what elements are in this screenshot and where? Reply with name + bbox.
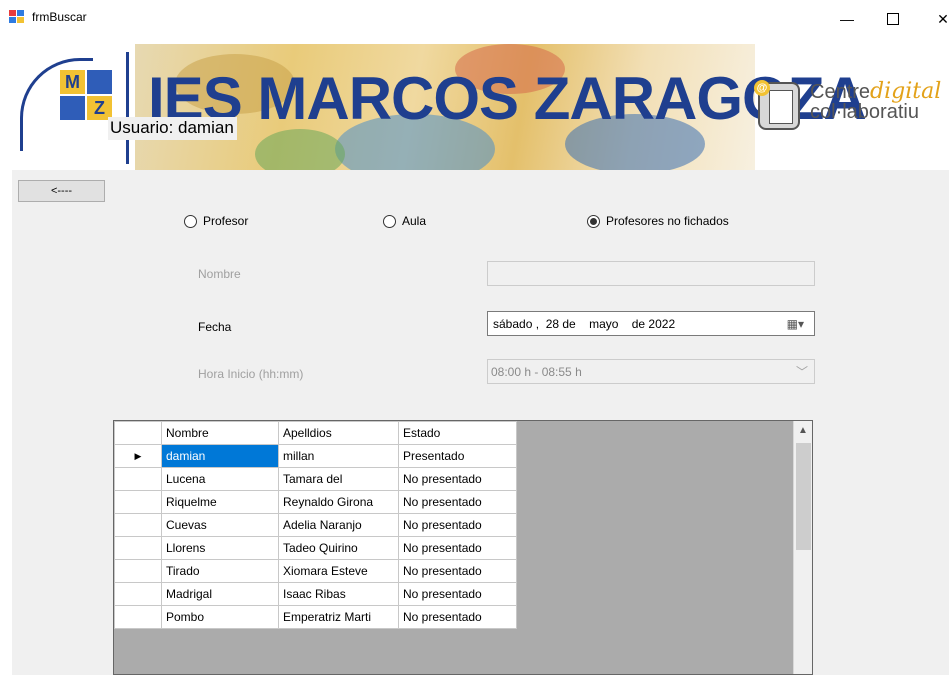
table-row[interactable]: Tirado Xiomara Esteve No presentado	[114, 559, 517, 583]
cell-apellidos[interactable]: Reynaldo Girona	[278, 490, 399, 514]
cell-estado[interactable]: No presentado	[398, 490, 517, 514]
results-table: Nombre Apelldios Estado ▶ damian millan …	[114, 421, 517, 629]
table-row[interactable]: Cuevas Adelia Naranjo No presentado	[114, 513, 517, 537]
table-row[interactable]: Pombo Emperatriz Marti No presentado	[114, 605, 517, 629]
hora-inicio-label: Hora Inicio (hh:mm)	[198, 367, 304, 381]
app-icon	[9, 10, 25, 24]
window-title: frmBuscar	[32, 10, 87, 24]
radio-label-profesor: Profesor	[203, 214, 249, 228]
row-header-corner[interactable]	[114, 421, 162, 445]
nombre-label: Nombre	[198, 267, 241, 281]
radio-profesor[interactable]: Profesor	[184, 213, 248, 229]
row-header[interactable]	[114, 559, 162, 583]
cell-estado[interactable]: No presentado	[398, 605, 517, 629]
logo-square-blue-2	[60, 96, 85, 120]
scroll-up-icon[interactable]: ▲	[798, 425, 808, 436]
nombre-input[interactable]	[487, 261, 815, 286]
cell-nombre[interactable]: Lucena	[161, 467, 279, 491]
cell-estado[interactable]: No presentado	[398, 513, 517, 537]
table-row[interactable]: ▶ damian millan Presentado	[114, 444, 517, 468]
grid-vertical-scrollbar[interactable]: ▲	[793, 421, 812, 674]
maximize-button[interactable]	[878, 8, 908, 30]
table-row[interactable]: Madrigal Isaac Ribas No presentado	[114, 582, 517, 606]
row-header[interactable]	[114, 536, 162, 560]
row-header[interactable]	[114, 513, 162, 537]
current-row-indicator-icon[interactable]: ▶	[114, 444, 162, 468]
logo-letter-m: M	[60, 70, 85, 94]
cell-estado[interactable]: No presentado	[398, 582, 517, 606]
fecha-value: sábado , 28 de mayo de 2022	[493, 317, 676, 331]
radio-circle-profesores-no-fichados[interactable]	[587, 214, 600, 228]
cell-nombre[interactable]: Llorens	[161, 536, 279, 560]
cell-nombre[interactable]: Pombo	[161, 605, 279, 629]
column-header-nombre[interactable]: Nombre	[161, 421, 279, 445]
table-row[interactable]: Riquelme Reynaldo Girona No presentado	[114, 490, 517, 514]
form-client-area: IES MARCOS ZARAGOZA M Z Usuario: damian …	[12, 38, 949, 675]
cell-nombre[interactable]: Tirado	[161, 559, 279, 583]
fecha-label: Fecha	[198, 320, 232, 334]
title-bar: frmBuscar — ✕	[0, 0, 949, 38]
tablet-icon: @	[754, 80, 800, 130]
radio-label-aula: Aula	[402, 214, 427, 228]
hora-inicio-combobox[interactable]: 08:00 h - 08:55 h ﹀	[487, 359, 815, 384]
grid-header-row: Nombre Apelldios Estado	[114, 421, 517, 445]
fecha-datepicker[interactable]: sábado , 28 de mayo de 2022 ▦▾	[487, 311, 815, 336]
centre-digital-logo: @ Centredigital col·laboratiu	[752, 80, 942, 140]
back-button[interactable]: <----	[18, 180, 105, 202]
table-row[interactable]: Llorens Tadeo Quirino No presentado	[114, 536, 517, 560]
school-logo: M Z	[14, 44, 140, 170]
cell-apellidos[interactable]: Adelia Naranjo	[278, 513, 399, 537]
maximize-icon	[887, 13, 899, 25]
cell-estado[interactable]: No presentado	[398, 467, 517, 491]
cell-estado[interactable]: Presentado	[398, 444, 517, 468]
centre-digital-text: Centredigital	[810, 79, 942, 104]
table-row[interactable]: Lucena Tamara del No presentado	[114, 467, 517, 491]
calendar-dropdown-icon[interactable]: ▦▾	[787, 317, 804, 331]
row-header[interactable]	[114, 490, 162, 514]
results-datagrid[interactable]: Nombre Apelldios Estado ▶ damian millan …	[113, 420, 813, 675]
cell-nombre[interactable]: Riquelme	[161, 490, 279, 514]
cell-nombre[interactable]: damian	[161, 444, 279, 468]
radio-circle-profesor[interactable]	[184, 214, 197, 228]
radio-circle-aula[interactable]	[383, 214, 396, 228]
chevron-down-icon[interactable]: ﹀	[796, 363, 808, 380]
column-header-estado[interactable]: Estado	[398, 421, 517, 445]
school-banner: IES MARCOS ZARAGOZA M Z Usuario: damian …	[12, 38, 949, 170]
column-header-apellidos[interactable]: Apelldios	[278, 421, 399, 445]
cell-apellidos[interactable]: Tamara del	[278, 467, 399, 491]
scrollbar-thumb[interactable]	[796, 443, 811, 550]
row-header[interactable]	[114, 467, 162, 491]
radio-profesores-no-fichados[interactable]: Profesores no fichados	[587, 213, 729, 229]
row-header[interactable]	[114, 582, 162, 606]
minimize-button[interactable]: —	[832, 8, 862, 30]
at-icon: @	[754, 80, 770, 96]
cell-estado[interactable]: No presentado	[398, 536, 517, 560]
cell-estado[interactable]: No presentado	[398, 559, 517, 583]
cell-nombre[interactable]: Madrigal	[161, 582, 279, 606]
radio-aula[interactable]: Aula	[383, 213, 426, 229]
cell-apellidos[interactable]: millan	[278, 444, 399, 468]
usuario-label: Usuario: damian	[108, 117, 237, 140]
cell-apellidos[interactable]: Tadeo Quirino	[278, 536, 399, 560]
hora-inicio-value: 08:00 h - 08:55 h	[491, 365, 582, 379]
cell-apellidos[interactable]: Xiomara Esteve	[278, 559, 399, 583]
cell-apellidos[interactable]: Emperatriz Marti	[278, 605, 399, 629]
row-header[interactable]	[114, 605, 162, 629]
cell-apellidos[interactable]: Isaac Ribas	[278, 582, 399, 606]
cell-nombre[interactable]: Cuevas	[161, 513, 279, 537]
mz-logo: M Z	[60, 70, 114, 122]
logo-square-blue	[87, 70, 112, 94]
close-button[interactable]: ✕	[928, 8, 949, 30]
radio-label-profesores-no-fichados: Profesores no fichados	[606, 214, 729, 228]
col-laboratiu-text: col·laboratiu	[810, 101, 919, 123]
